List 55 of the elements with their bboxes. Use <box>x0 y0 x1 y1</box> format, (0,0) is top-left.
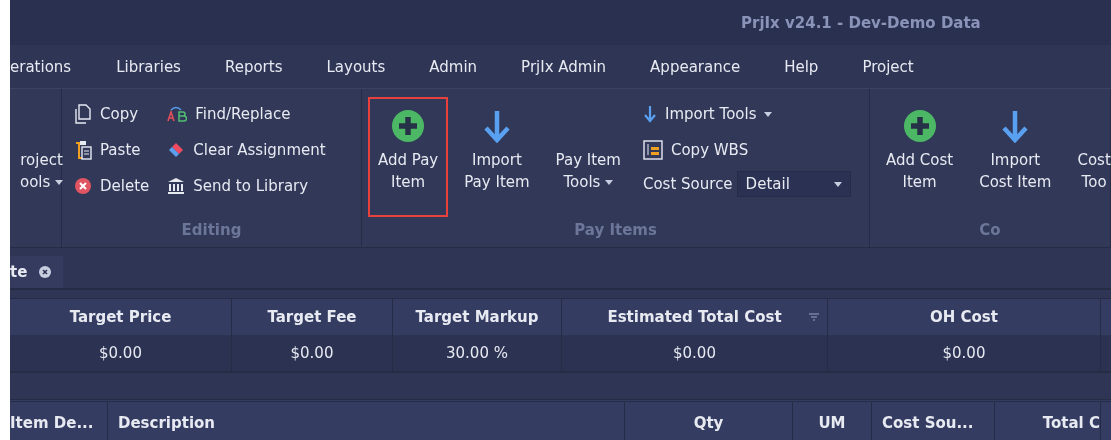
ribbon-button[interactable]: Copy WBS <box>636 133 857 167</box>
group-label: Editing <box>180 221 243 241</box>
ribbon-large-button[interactable]: Import Cost Item <box>969 97 1062 217</box>
column-header[interactable]: Description <box>108 402 625 440</box>
document-tab[interactable]: te <box>10 256 64 288</box>
down-arrow-icon <box>1000 109 1031 143</box>
menu-item[interactable]: PrjIx Admin <box>499 57 629 76</box>
library-icon <box>167 177 186 195</box>
column-header[interactable]: UM <box>793 402 872 440</box>
column-header[interactable]: Item De... <box>10 402 108 440</box>
cost-source-label: Cost Source <box>642 175 733 193</box>
window-title: PrjIx v24.1 - Dev-Demo Data <box>741 13 981 32</box>
menu-item[interactable]: Layouts <box>304 57 408 76</box>
ribbon-large-button[interactable]: Import Pay Item <box>454 97 540 217</box>
ribbon-button[interactable]: Find/Replace <box>161 97 332 131</box>
caret-icon <box>833 181 842 187</box>
delete-icon <box>74 177 92 195</box>
ribbon-large-button[interactable]: Add Pay Item <box>368 97 449 217</box>
cost-source-dropdown[interactable]: Detail <box>736 171 851 197</box>
group-label: Pay Items <box>573 221 658 241</box>
table-cell: 30.00 % <box>393 335 562 371</box>
table-cell: $0.00 <box>232 335 393 371</box>
tree-icon <box>642 140 663 160</box>
menu-item[interactable]: Admin <box>407 57 500 76</box>
eraser-icon <box>167 141 186 159</box>
down-arrow-icon <box>481 109 512 143</box>
table-cell: $0.00 <box>828 335 1101 371</box>
ribbon-large-button[interactable]: Cost Too <box>1067 97 1111 217</box>
copy-icon <box>74 104 92 124</box>
column-header[interactable]: Qty <box>625 402 793 440</box>
paste-icon <box>74 140 92 160</box>
ribbon-large-button[interactable]: Add Cost Item <box>876 97 964 217</box>
plus-icon <box>902 109 937 143</box>
menu-item[interactable]: Project <box>840 57 936 76</box>
column-header[interactable]: Cost Sou... <box>872 402 995 440</box>
ribbon-button[interactable]: Send to Library <box>161 169 332 203</box>
ribbon-button[interactable]: Clear Assignment <box>161 133 332 167</box>
menu-item[interactable]: Libraries <box>94 57 203 76</box>
caret-icon <box>605 179 614 185</box>
caret-icon <box>764 111 773 117</box>
find-replace-icon <box>167 106 188 122</box>
close-icon[interactable] <box>39 266 52 278</box>
table-cell: $0.00 <box>10 335 232 371</box>
group-label: Co <box>978 221 1002 241</box>
menu-item[interactable]: Reports <box>202 57 305 76</box>
menu-item[interactable]: erations <box>10 57 95 76</box>
column-header[interactable]: Total C <box>995 402 1101 440</box>
ribbon-large-button[interactable]: Pay Item Tools <box>545 97 631 217</box>
ribbon-button[interactable]: Import Tools <box>636 97 857 131</box>
table-cell: $0.00 <box>562 335 828 371</box>
menu-item[interactable]: Help <box>762 57 841 76</box>
plus-icon <box>391 109 426 143</box>
caret-icon <box>55 179 64 185</box>
down-arrow-icon <box>642 105 657 123</box>
menu-item[interactable]: Appearance <box>628 57 763 76</box>
